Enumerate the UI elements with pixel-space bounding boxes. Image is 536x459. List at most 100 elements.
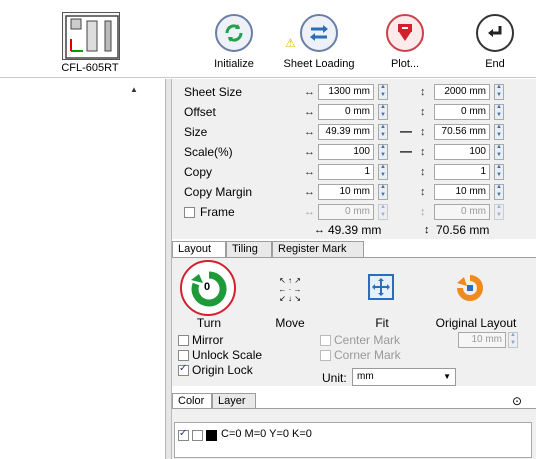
scale-label: Scale(%) [184, 145, 233, 159]
horizontal-arrow-icon: ↔ [304, 166, 315, 178]
size-y-field[interactable]: 70.56 mm [434, 124, 490, 140]
copy-y-field[interactable]: 1 [434, 164, 490, 180]
copy-margin-x-spinner[interactable] [378, 184, 388, 200]
offset-x-spinner[interactable] [378, 104, 388, 120]
tab-layout[interactable]: Layout [172, 241, 226, 258]
device-icon[interactable] [62, 12, 120, 60]
sheet-height-spinner[interactable] [494, 84, 504, 100]
original-layout-icon[interactable] [456, 274, 484, 302]
horizontal-arrow-icon: ↔ [304, 126, 315, 138]
sheet-settings-panel: Sheet Size ↔ 1300 mm ↕ 2000 mm Offset ↔ … [172, 79, 536, 239]
frame-y-spinner[interactable] [494, 204, 504, 220]
vertical-arrow-icon: ↕ [420, 146, 426, 158]
frame-row: Frame ↔ 0 mm ↕ 0 mm [172, 203, 536, 223]
size-x-field[interactable]: 49.39 mm [318, 124, 374, 140]
offset-y-spinner[interactable] [494, 104, 504, 120]
initialize-button[interactable]: Initialize [186, 14, 282, 70]
return-arrow-icon [476, 14, 514, 52]
size-label: Size [184, 125, 208, 139]
plot-label: Plot... [390, 58, 420, 70]
turn-value: 0 [204, 281, 211, 293]
horizontal-arrow-icon: ↔ [304, 106, 315, 118]
end-button[interactable]: End [455, 14, 535, 70]
unlock-scale-checkbox[interactable] [178, 350, 189, 361]
color-swatch [206, 430, 217, 441]
aspect-link-icon[interactable]: — [400, 124, 412, 138]
summary-vertical-arrow-icon: ↕ [424, 224, 430, 236]
plot-button[interactable]: Plot... [357, 14, 453, 70]
color-lock-checkbox[interactable] [192, 430, 203, 441]
tab-tiling[interactable]: Tiling [226, 241, 272, 257]
frame-x-spinner[interactable] [378, 204, 388, 220]
copy-row: Copy ↔ 1 ↕ 1 [172, 163, 536, 183]
frame-label: Frame [200, 205, 235, 219]
mirror-checkbox[interactable] [178, 335, 189, 346]
summary-width: 49.39 mm [328, 223, 382, 237]
scroll-up-icon[interactable]: ▲ [130, 85, 140, 95]
size-row: Size ↔ 49.39 mm — ↕ 70.56 mm [172, 123, 536, 143]
copy-x-spinner[interactable] [378, 164, 388, 180]
center-mark-checkbox[interactable] [320, 335, 331, 346]
warning-icon: ⚠ [285, 36, 296, 50]
original-layout-margin-field[interactable]: 10 mm [458, 332, 506, 348]
left-panel: ▲ [0, 79, 166, 459]
sheet-size-label: Sheet Size [184, 85, 243, 99]
vertical-arrow-icon: ↕ [420, 166, 426, 178]
offset-x-field[interactable]: 0 mm [318, 104, 374, 120]
scale-y-field[interactable]: 100 [434, 144, 490, 160]
vertical-arrow-icon: ↕ [420, 106, 426, 118]
unit-select[interactable]: mm ▼ [352, 368, 456, 386]
fit-icon[interactable] [368, 274, 394, 300]
offset-row: Offset ↔ 0 mm ↕ 0 mm [172, 103, 536, 123]
center-mark-label: Center Mark [334, 333, 401, 347]
corner-mark-label: Corner Mark [334, 348, 401, 362]
frame-x-field[interactable]: 0 mm [318, 204, 374, 220]
copy-label: Copy [184, 165, 213, 179]
sheet-height-field[interactable]: 2000 mm [434, 84, 490, 100]
turn-button[interactable]: 0 [180, 260, 236, 316]
toolbar: CFL-605RT Initialize ⚠ Sheet Loading Plo… [0, 0, 536, 78]
unit-label: Unit: [322, 371, 347, 385]
copy-margin-x-field[interactable]: 10 mm [318, 184, 374, 200]
sheet-loading-label: Sheet Loading [283, 58, 355, 70]
color-item-label: C=0 M=0 Y=0 K=0 [221, 428, 312, 440]
move-label: Move [275, 316, 305, 330]
sheet-width-spinner[interactable] [378, 84, 388, 100]
tab-layer[interactable]: Layer [212, 393, 256, 409]
sheet-width-field[interactable]: 1300 mm [318, 84, 374, 100]
horizontal-arrow-icon: ↔ [304, 86, 315, 98]
sheet-size-row: Sheet Size ↔ 1300 mm ↕ 2000 mm [172, 83, 536, 103]
frame-y-field[interactable]: 0 mm [434, 204, 490, 220]
end-label: End [485, 58, 505, 70]
scale-x-spinner[interactable] [378, 144, 388, 160]
corner-mark-checkbox[interactable] [320, 350, 331, 361]
swap-arrows-icon [300, 14, 338, 52]
copy-y-spinner[interactable] [494, 164, 504, 180]
color-visible-checkbox[interactable] [178, 428, 189, 441]
aspect-link-icon[interactable]: — [400, 144, 412, 158]
frame-checkbox[interactable] [184, 207, 195, 218]
tab-color[interactable]: Color [172, 393, 212, 409]
copy-x-field[interactable]: 1 [318, 164, 374, 180]
copy-margin-y-spinner[interactable] [494, 184, 504, 200]
initialize-label: Initialize [214, 58, 254, 70]
size-y-spinner[interactable] [494, 124, 504, 140]
sheet-loading-button[interactable]: ⚠ Sheet Loading [271, 14, 367, 70]
original-layout-margin-spinner[interactable] [508, 332, 518, 348]
plotter-icon [386, 14, 424, 52]
move-icon[interactable]: ↖ ↑ ↗ ← · → ↙ ↓ ↘ [276, 276, 304, 304]
turn-label: Turn [196, 316, 222, 330]
vertical-arrow-icon: ↕ [420, 126, 426, 138]
panel-menu-icon[interactable]: ⊙ [512, 394, 522, 408]
tab-register-mark[interactable]: Register Mark [272, 241, 364, 257]
origin-lock-checkbox[interactable] [178, 363, 189, 376]
size-x-spinner[interactable] [378, 124, 388, 140]
device-label: CFL-605RT [61, 62, 119, 74]
scale-x-field[interactable]: 100 [318, 144, 374, 160]
horizontal-arrow-icon: ↔ [304, 146, 315, 158]
offset-y-field[interactable]: 0 mm [434, 104, 490, 120]
unlock-scale-label: Unlock Scale [192, 348, 263, 362]
scale-y-spinner[interactable] [494, 144, 504, 160]
copy-margin-y-field[interactable]: 10 mm [434, 184, 490, 200]
original-layout-label: Original Layout [435, 316, 517, 330]
